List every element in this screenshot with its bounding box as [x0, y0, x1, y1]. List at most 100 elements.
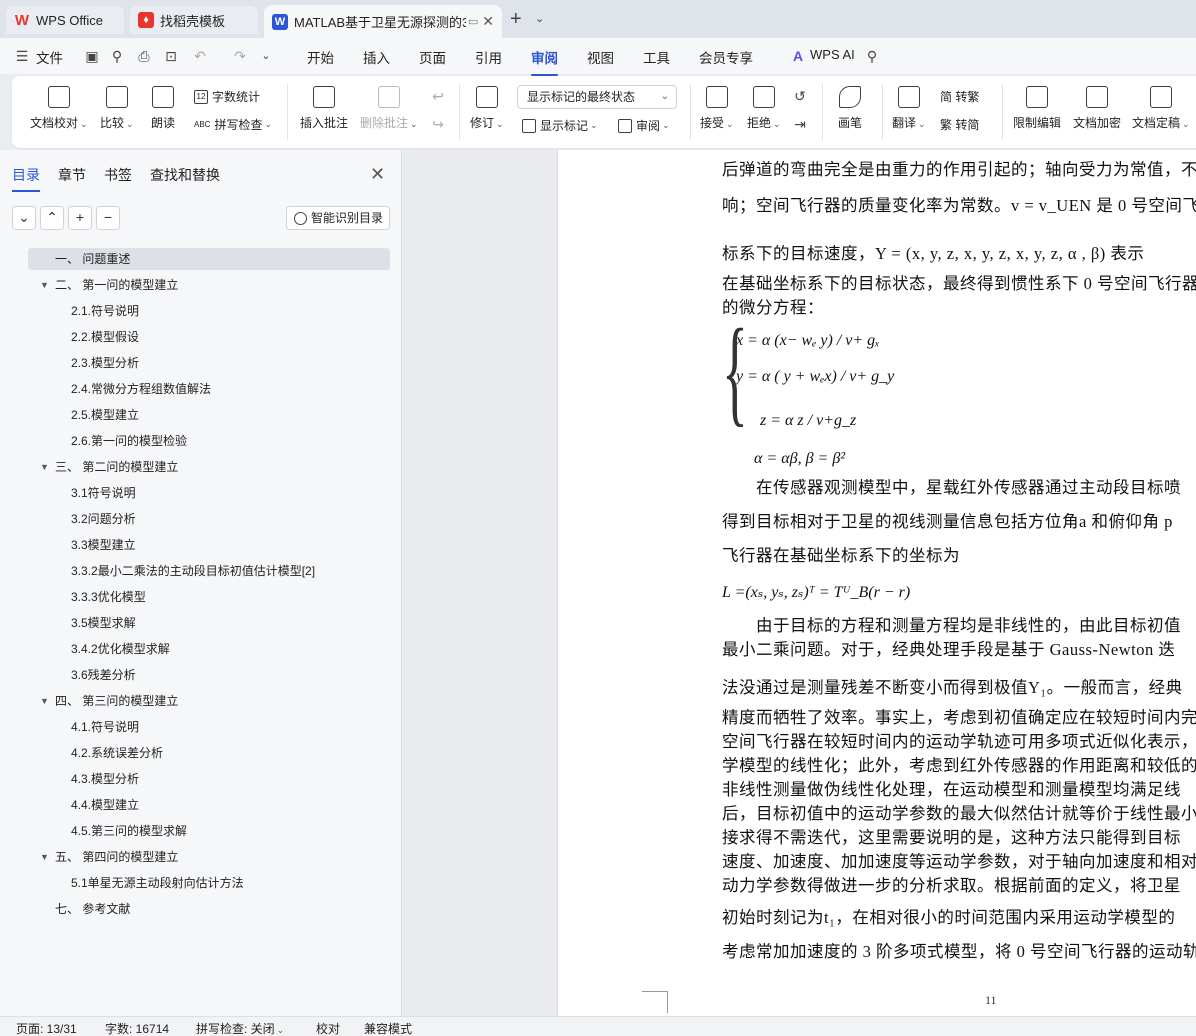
document-area[interactable]: 后弹道的弯曲完全是由重力的作用引起的；轴向受力为常值，不受 响；空间飞行器的质量变…: [403, 150, 1196, 1016]
toc-item[interactable]: 2.1.符号说明: [28, 300, 390, 322]
expand-up-button[interactable]: ⌃: [40, 206, 64, 230]
toc-item[interactable]: 4.4.模型建立: [28, 794, 390, 816]
hamburger-menu-icon[interactable]: ☰: [14, 48, 30, 64]
spell-check-status[interactable]: 拼写检查: 关闭 ⌄: [196, 1020, 284, 1036]
delete-comment-icon: [377, 86, 400, 108]
window-icon[interactable]: ▭: [468, 15, 478, 28]
toc-item[interactable]: 3.3.3优化模型: [28, 586, 390, 608]
reject-button[interactable]: 拒绝 ⌄: [747, 86, 781, 131]
toc-item[interactable]: 一、 问题重述: [28, 248, 390, 270]
toc-item[interactable]: 2.6.第一问的模型检验: [28, 430, 390, 452]
menu-insert[interactable]: 插入: [363, 47, 390, 67]
menu-start[interactable]: 开始: [307, 47, 334, 67]
spell-check-button[interactable]: ABC 拼写检查 ⌄: [194, 116, 272, 133]
toc-item[interactable]: 3.6残差分析: [28, 664, 390, 686]
next-change-icon[interactable]: ⇥: [792, 116, 808, 132]
proof-status[interactable]: 校对: [316, 1020, 340, 1036]
accept-button[interactable]: 接受 ⌄: [700, 86, 734, 131]
menu-reference[interactable]: 引用: [475, 47, 502, 67]
toc-item[interactable]: 2.5.模型建立: [28, 404, 390, 426]
chevron-down-icon[interactable]: ⌄: [535, 12, 544, 25]
print-icon[interactable]: ⎙: [136, 48, 152, 64]
expand-arrow-icon[interactable]: ▼: [40, 274, 49, 296]
show-marks-button[interactable]: 显示标记 ⌄: [522, 117, 598, 134]
undo-icon[interactable]: ↶: [192, 48, 208, 64]
smart-toc-button[interactable]: 智能识别目录: [286, 206, 390, 230]
prev-comment-icon[interactable]: ↩: [430, 88, 446, 104]
toc-item[interactable]: 5.1单星无源主动段射向估计方法: [28, 872, 390, 894]
nav-tab-toc[interactable]: 目录: [12, 165, 40, 192]
compare-button[interactable]: 比较 ⌄: [100, 86, 134, 131]
word-count-button[interactable]: 12 字数统计: [194, 88, 260, 105]
menu-file[interactable]: 文件: [36, 47, 63, 67]
toc-item[interactable]: 2.4.常微分方程组数值解法: [28, 378, 390, 400]
toc-item[interactable]: ▼ 五、 第四问的模型建立: [28, 846, 390, 868]
proofread-icon: [47, 86, 70, 108]
close-icon[interactable]: ✕: [370, 164, 385, 185]
menu-member[interactable]: 会员专享: [699, 47, 753, 67]
new-tab-icon[interactable]: +: [510, 8, 522, 31]
menu-tools[interactable]: 工具: [643, 47, 670, 67]
chevron-down-icon[interactable]: ⌄: [258, 48, 274, 64]
expand-arrow-icon[interactable]: ▼: [40, 846, 49, 868]
toc-item[interactable]: ▼ 二、 第一问的模型建立: [28, 274, 390, 296]
pen-button[interactable]: 画笔: [838, 86, 862, 131]
tab-current-document[interactable]: W MATLAB基于卫星无源探测的3 ▭ ✕: [264, 5, 502, 38]
toc-item[interactable]: ▼ 四、 第三问的模型建立: [28, 690, 390, 712]
remove-heading-button[interactable]: −: [96, 206, 120, 230]
toc-item[interactable]: 3.5模型求解: [28, 612, 390, 634]
nav-tab-sections[interactable]: 章节: [58, 165, 86, 185]
toc-item[interactable]: 3.1符号说明: [28, 482, 390, 504]
mark-state-select[interactable]: 显示标记的最终状态 ⌄: [517, 85, 677, 109]
next-comment-icon[interactable]: ↪: [430, 116, 446, 132]
to-simplified-button[interactable]: 繁 转简: [940, 116, 979, 133]
save-icon[interactable]: ▣: [84, 48, 100, 64]
tab-wps-office[interactable]: W WPS Office: [6, 6, 124, 34]
toc-item[interactable]: 2.2.模型假设: [28, 326, 390, 348]
nav-tab-bookmarks[interactable]: 书签: [104, 165, 132, 185]
add-heading-button[interactable]: +: [68, 206, 92, 230]
toc-item[interactable]: 七、 参考文献: [28, 898, 390, 920]
to-traditional-button[interactable]: 简 转繁: [940, 88, 979, 105]
toc-item[interactable]: ▼ 三、 第二问的模型建立: [28, 456, 390, 478]
delete-comment-button[interactable]: 删除批注 ⌄: [360, 86, 418, 131]
menu-view[interactable]: 视图: [587, 47, 614, 67]
collapse-all-button[interactable]: ⌄: [12, 206, 36, 230]
nav-tab-find-replace[interactable]: 查找和替换: [150, 165, 220, 185]
tab-docer-templates[interactable]: ♦ 找稻壳模板: [130, 6, 258, 34]
doc-finalize-button[interactable]: 文档定稿 ⌄: [1132, 86, 1190, 131]
toc-item[interactable]: 4.5.第三问的模型求解: [28, 820, 390, 842]
search-icon[interactable]: ⚲: [864, 48, 880, 64]
close-icon[interactable]: ✕: [482, 13, 494, 30]
redo-icon[interactable]: ↷: [232, 48, 248, 64]
menu-page[interactable]: 页面: [419, 47, 446, 67]
doc-encrypt-button[interactable]: 文档加密: [1073, 86, 1121, 131]
toc-item[interactable]: 2.3.模型分析: [28, 352, 390, 374]
expand-arrow-icon[interactable]: ▼: [40, 456, 49, 478]
toc-item[interactable]: 4.1.符号说明: [28, 716, 390, 738]
toc-item-label: 3.3.2最小二乘法的主动段目标初值估计模型[2]: [71, 564, 316, 578]
insert-comment-button[interactable]: 插入批注: [300, 86, 348, 131]
page-indicator[interactable]: 页面: 13/31: [16, 1020, 77, 1036]
plus-icon: +: [75, 209, 85, 225]
word-count-indicator[interactable]: 字数: 16714: [105, 1020, 169, 1036]
translate-button[interactable]: 翻译 ⌄: [892, 86, 926, 131]
document-page[interactable]: 后弹道的弯曲完全是由重力的作用引起的；轴向受力为常值，不受 响；空间飞行器的质量变…: [558, 150, 1196, 1016]
toc-item[interactable]: 3.2问题分析: [28, 508, 390, 530]
toc-item[interactable]: 3.3.2最小二乘法的主动段目标初值估计模型[2]: [28, 560, 390, 582]
menu-wps-ai[interactable]: WPS AI: [810, 47, 855, 62]
toc-item[interactable]: 4.2.系统误差分析: [28, 742, 390, 764]
toc-item[interactable]: 3.3模型建立: [28, 534, 390, 556]
prev-change-icon[interactable]: ↺: [792, 88, 808, 104]
revise-button[interactable]: 修订 ⌄: [470, 86, 504, 131]
share-icon[interactable]: ⚲: [109, 48, 125, 64]
read-aloud-button[interactable]: 朗读: [151, 86, 175, 131]
print-preview-icon[interactable]: ⊡: [163, 48, 179, 64]
restrict-edit-button[interactable]: 限制编辑: [1013, 86, 1061, 131]
review-pane-button[interactable]: 审阅 ⌄: [618, 117, 670, 134]
doc-proofread-button[interactable]: 文档校对 ⌄: [30, 86, 88, 131]
toc-item[interactable]: 4.3.模型分析: [28, 768, 390, 790]
menu-review[interactable]: 审阅: [531, 47, 558, 76]
toc-item[interactable]: 3.4.2优化模型求解: [28, 638, 390, 660]
expand-arrow-icon[interactable]: ▼: [40, 690, 49, 712]
